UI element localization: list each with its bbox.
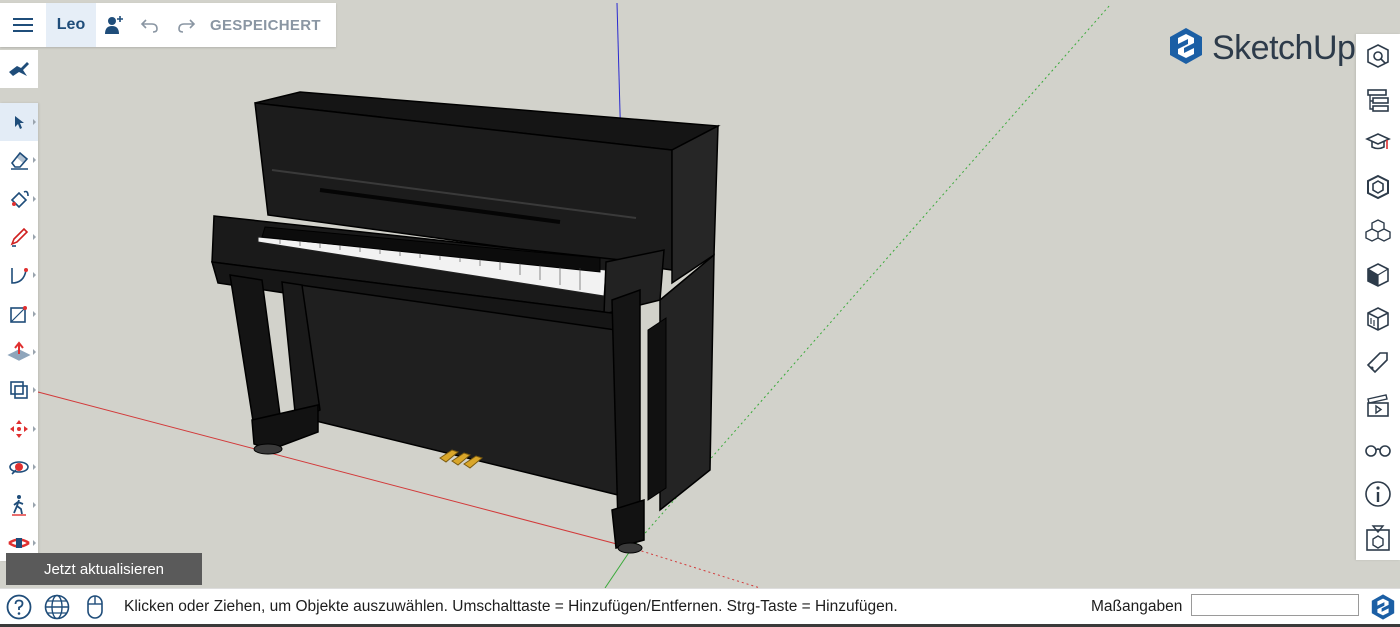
select-arrow-icon[interactable] (0, 103, 38, 142)
sketchup-logo-small-icon (1370, 593, 1396, 626)
mouse-icon[interactable] (76, 589, 114, 625)
scenes-icon[interactable] (1356, 297, 1400, 341)
help-icon[interactable] (0, 589, 38, 625)
status-bar: Klicken oder Ziehen, um Objekte auszuwäh… (0, 588, 1400, 625)
measurements-label: Maßangaben (1091, 598, 1183, 615)
measurements-input[interactable] (1191, 594, 1359, 616)
right-toolbar (1356, 34, 1400, 560)
instructor-icon[interactable] (1356, 122, 1400, 166)
hamburger-menu-icon[interactable] (0, 3, 46, 47)
rectangle-icon[interactable] (0, 294, 38, 332)
update-now-button[interactable]: Jetzt aktualisieren (6, 553, 202, 585)
entity-info-icon[interactable] (1356, 34, 1400, 78)
sketchup-logo-icon (1168, 26, 1204, 71)
styles-icon[interactable] (1356, 253, 1400, 297)
top-toolbar: Leo GESPEICHERT (0, 3, 336, 47)
animation-icon[interactable] (1356, 384, 1400, 428)
arc-icon[interactable] (0, 256, 38, 294)
status-message: Klicken oder Ziehen, um Objekte auszuwäh… (124, 598, 898, 615)
redo-icon[interactable] (168, 3, 204, 47)
pencil-icon[interactable] (0, 218, 38, 256)
globe-icon[interactable] (38, 589, 76, 625)
offset-icon[interactable] (0, 371, 38, 409)
undo-icon[interactable] (132, 3, 168, 47)
paint-bucket-icon[interactable] (0, 180, 38, 218)
3d-viewport[interactable] (0, 0, 1400, 588)
piano-model[interactable] (210, 91, 721, 554)
tags-icon[interactable] (1356, 341, 1400, 385)
save-status: GESPEICHERT (210, 16, 321, 34)
add-user-icon[interactable] (96, 3, 132, 47)
sketchup-logo: SketchUp (1168, 26, 1356, 71)
user-name-button[interactable]: Leo (46, 3, 96, 47)
components-icon[interactable] (1356, 165, 1400, 209)
sketchup-logo-text: SketchUp (1212, 29, 1356, 67)
push-pull-icon[interactable] (0, 333, 38, 371)
eraser-icon[interactable] (0, 141, 38, 179)
display-icon[interactable] (1356, 428, 1400, 472)
orbit-icon[interactable] (0, 448, 38, 486)
info-icon[interactable] (1356, 472, 1400, 516)
3d-warehouse-icon[interactable] (1356, 516, 1400, 560)
move-icon[interactable] (0, 409, 38, 447)
materials-icon[interactable] (1356, 209, 1400, 253)
search-tool-icon[interactable] (0, 50, 38, 88)
walk-icon[interactable] (0, 486, 38, 524)
left-toolbar (0, 103, 38, 561)
outliner-icon[interactable] (1356, 78, 1400, 122)
